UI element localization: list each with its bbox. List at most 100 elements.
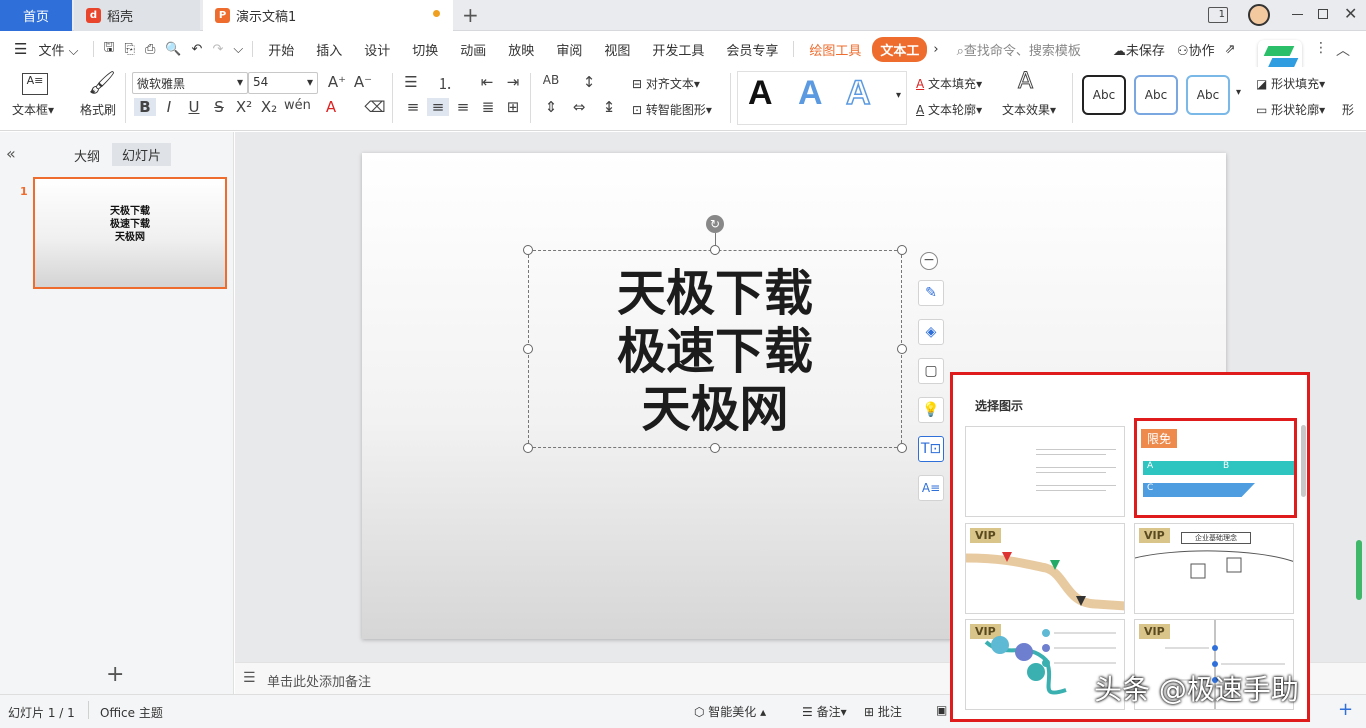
share-icon[interactable]: ⇗: [1221, 42, 1240, 57]
menu-item[interactable]: 放映: [497, 40, 545, 59]
menu-item[interactable]: 动画: [449, 40, 497, 59]
avatar[interactable]: [1248, 4, 1270, 26]
align-center-icon[interactable]: ≡: [427, 98, 449, 116]
col-spacing-icon[interactable]: ⇔: [568, 98, 590, 116]
theme-name[interactable]: Office 主题: [100, 704, 163, 721]
shape-fill-button[interactable]: ◪ 形状填充▾: [1256, 75, 1325, 92]
brush-icon[interactable]: 🖌: [88, 71, 116, 96]
menu-item[interactable]: 开始: [257, 40, 305, 59]
preview-icon[interactable]: 🔍: [160, 42, 186, 57]
collapse-panel-icon[interactable]: «: [6, 144, 16, 163]
menu-item[interactable]: 插入: [305, 40, 353, 59]
pen-icon[interactable]: ✎: [918, 280, 944, 306]
bullet-list-icon[interactable]: ☰: [400, 73, 422, 91]
gallery-more-icon[interactable]: ▾: [896, 90, 901, 101]
font-size-select[interactable]: 54 ▾: [248, 72, 318, 94]
underline-icon[interactable]: U: [183, 98, 205, 116]
resize-handle[interactable]: [710, 443, 720, 453]
command-search[interactable]: ⌕查找命令、搜索模板: [945, 40, 1089, 59]
strikethrough-icon[interactable]: S: [208, 98, 230, 116]
font-color-icon[interactable]: A: [320, 98, 342, 116]
superscript-icon[interactable]: X²: [233, 98, 255, 116]
wordart-style-black[interactable]: A: [748, 74, 773, 113]
notes-toggle-button[interactable]: ☰ 备注▾: [802, 703, 847, 720]
menu-item[interactable]: 会员专享: [715, 40, 789, 59]
diagram-option-list[interactable]: [965, 426, 1125, 517]
text-fill-button[interactable]: A 文本填充▾: [916, 75, 982, 92]
slide-title-text[interactable]: 天极下载 极速下载 天极网: [528, 265, 902, 439]
add-slide-button[interactable]: +: [106, 662, 124, 687]
slide-thumbnail[interactable]: 天极下载 极速下载 天极网: [33, 177, 227, 289]
collapse-toolbar-icon[interactable]: −: [920, 252, 938, 270]
beautify-button[interactable]: ⬡ 智能美化 ▴: [694, 703, 766, 720]
chevron-right-icon[interactable]: ›: [927, 42, 944, 57]
decrease-indent-icon[interactable]: ⇤: [476, 73, 498, 91]
diagram-option-free[interactable]: 限免 A B C: [1134, 418, 1297, 518]
tab-draw-tools[interactable]: 绘图工具: [798, 40, 872, 59]
textbox-button[interactable]: 文本框▾: [12, 101, 54, 118]
shape-outline-button[interactable]: ▭ 形状轮廓▾: [1256, 101, 1325, 118]
vertical-scrollbar[interactable]: [1356, 540, 1362, 600]
clear-format-icon[interactable]: ⌫: [364, 98, 386, 116]
align-left-icon[interactable]: ≡: [402, 98, 424, 116]
more-icon[interactable]: ⋮: [1314, 40, 1328, 56]
collapse-ribbon-icon[interactable]: ︿: [1336, 40, 1350, 60]
outline-icon[interactable]: ▢: [918, 358, 944, 384]
resize-handle[interactable]: [523, 245, 533, 255]
font-name-select[interactable]: 微软雅黑 ▾: [132, 72, 248, 94]
shape-style-1[interactable]: Abc: [1082, 75, 1126, 115]
menu-item[interactable]: 开发工具: [641, 40, 715, 59]
shape-style-2[interactable]: Abc: [1134, 75, 1178, 115]
align-right-icon[interactable]: ≡: [452, 98, 474, 116]
align-text-button[interactable]: ⊟ 对齐文本▾: [632, 75, 700, 92]
text-format-icon[interactable]: A≡: [918, 475, 944, 501]
tab-document[interactable]: P 演示文稿1: [203, 0, 453, 31]
page-indicator-icon[interactable]: 1: [1208, 7, 1228, 23]
export-icon[interactable]: ⎘: [120, 42, 140, 57]
resize-handle[interactable]: [523, 443, 533, 453]
distribute-icon[interactable]: ⊞: [502, 98, 524, 116]
hamburger-icon[interactable]: ☰: [0, 40, 27, 58]
smart-shape-button[interactable]: ⊡ 转智能图形▾: [632, 101, 712, 118]
textbox-icon[interactable]: A≡: [22, 73, 48, 95]
smart-diagram-icon[interactable]: T⊡: [918, 436, 944, 462]
resize-handle[interactable]: [710, 245, 720, 255]
restore-icon[interactable]: [1318, 9, 1328, 19]
resize-handle[interactable]: [897, 443, 907, 453]
comment-button[interactable]: ⊞ 批注: [864, 703, 902, 720]
text-effect-button[interactable]: 文本效果▾: [1002, 101, 1056, 118]
increase-indent-icon[interactable]: ⇥: [502, 73, 524, 91]
shape-style-3[interactable]: Abc: [1186, 75, 1230, 115]
new-tab-button[interactable]: +: [462, 3, 479, 27]
unsaved-button[interactable]: ☁未保存: [1089, 40, 1171, 59]
print-icon[interactable]: ⎙: [140, 42, 160, 57]
save-icon[interactable]: 🖫: [98, 38, 119, 60]
para-spacing-icon[interactable]: ⇕: [540, 98, 562, 116]
diagram-option-vip-road[interactable]: VIP: [965, 523, 1125, 614]
diagram-option-vip-banner[interactable]: VIP 企业基础理念: [1134, 523, 1294, 614]
tab-text-tools[interactable]: 文本工: [872, 36, 928, 62]
wordart-style-blue[interactable]: A: [798, 74, 823, 113]
justify-icon[interactable]: ≣: [477, 98, 499, 116]
tab-slides[interactable]: 幻灯片: [112, 143, 172, 166]
tab-home[interactable]: 首页: [0, 0, 72, 31]
menu-item[interactable]: 审阅: [545, 40, 593, 59]
file-menu[interactable]: 文件 ⌵: [27, 40, 89, 59]
menu-item[interactable]: 视图: [593, 40, 641, 59]
wordart-style-outline[interactable]: A: [845, 73, 871, 113]
tab-outline[interactable]: 大纲: [74, 146, 100, 165]
idea-icon[interactable]: 💡: [918, 397, 944, 423]
menu-item[interactable]: 切换: [401, 40, 449, 59]
fill-icon[interactable]: ◈: [918, 319, 944, 345]
customize-icon[interactable]: ⌵: [228, 42, 248, 57]
minimize-icon[interactable]: [1292, 14, 1303, 15]
resize-handle[interactable]: [897, 245, 907, 255]
grow-font-icon[interactable]: A⁺: [326, 73, 348, 91]
popup-scrollbar[interactable]: [1301, 425, 1306, 497]
undo-icon[interactable]: ↶: [187, 42, 208, 57]
text-outline-button[interactable]: A 文本轮廓▾: [916, 101, 982, 118]
phonetic-icon[interactable]: wén: [284, 98, 311, 113]
redo-icon[interactable]: ↷: [207, 42, 228, 57]
close-icon[interactable]: ✕: [1344, 4, 1357, 23]
line-spacing-icon[interactable]: ↕: [578, 73, 600, 91]
